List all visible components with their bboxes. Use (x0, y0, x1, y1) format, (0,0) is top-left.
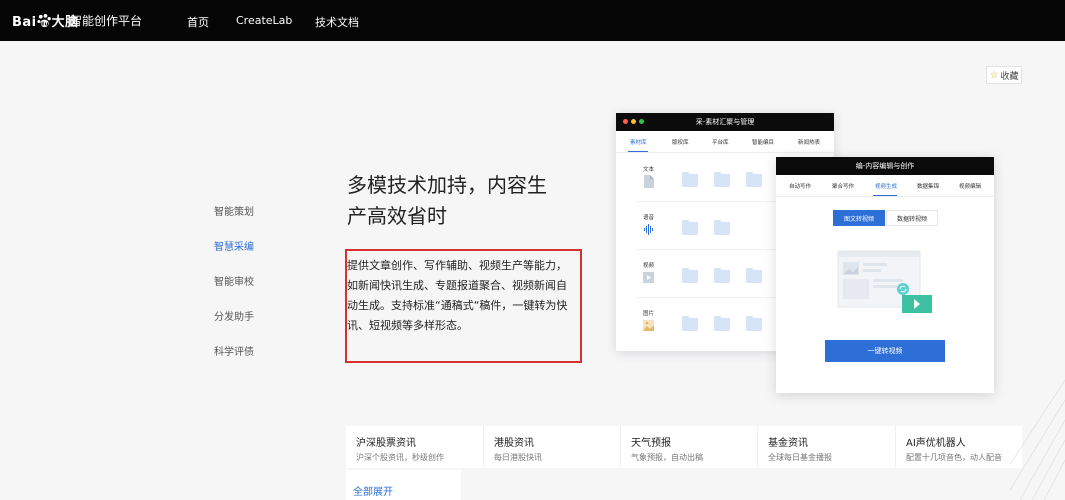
card-desc: 配置十几项音色，动人配音 (906, 453, 1002, 462)
sidebar-item-editing[interactable]: 智慧采编 (214, 238, 254, 253)
card-title: 基金资讯 (768, 438, 808, 449)
tab-platform: 平台库 (712, 140, 729, 146)
sidebar-item-planning[interactable]: 智能策划 (214, 203, 254, 218)
mockup2-tabs: 自动写作 聚合写作 视频生成 数据集锦 视频编辑 (776, 175, 994, 197)
card-a-share-news[interactable]: 沪深股票资讯 沪深个股资讯，秒级创作 (346, 426, 471, 468)
card-desc: 沪深个股资讯，秒级创作 (356, 453, 444, 462)
top-navbar: Bai du 大脑 智能创作平台 首页 CreateLab 技术文档 (0, 0, 1065, 41)
decorative-lines (1010, 380, 1065, 500)
sidebar-item-distribution[interactable]: 分发助手 (214, 308, 254, 323)
folder-icon (714, 172, 730, 187)
folder-icon (746, 268, 762, 283)
sidebar-item-review[interactable]: 智能审校 (214, 273, 254, 288)
tab-underline (628, 151, 648, 152)
card-desc: 全球每日基金播报 (768, 453, 832, 462)
row-image-label: 图片 (643, 311, 655, 317)
tab-material: 素材库 (630, 140, 647, 146)
toggle-image-to-video: 图文转视频 (833, 210, 885, 226)
mockup-editing-window: 编-内容编辑与创作 自动写作 聚合写作 视频生成 数据集锦 视频编辑 图文转视频… (776, 157, 994, 393)
baidu-logo[interactable]: Bai du 大脑 (12, 11, 79, 30)
tab-video-edit: 视频编辑 (959, 184, 982, 190)
row-video-label: 视频 (643, 263, 655, 269)
card-title: 天气预报 (631, 438, 671, 449)
card-title: 沪深股票资讯 (356, 438, 416, 449)
row-text-label: 文本 (643, 167, 655, 173)
star-icon: ☆ (989, 69, 999, 81)
card-ai-voice[interactable]: AI声优机器人 配置十几项音色，动人配音 (895, 426, 1022, 468)
tab-news: 新闻热表 (798, 140, 821, 146)
folder-icon (746, 316, 762, 331)
image-to-video-illustration-icon (837, 250, 932, 313)
folder-icon (746, 172, 762, 187)
tab-copyright: 版权库 (672, 140, 689, 146)
sidebar-item-evaluation[interactable]: 科学评债 (214, 343, 254, 358)
favorite-label: 收藏 (1000, 71, 1019, 82)
tab-aggregate-write: 聚合写作 (832, 184, 855, 190)
folder-icon (714, 316, 730, 331)
card-weather[interactable]: 天气预报 气象预报，自动出稿 (620, 426, 745, 468)
card-fund-news[interactable]: 基金资讯 全球每日基金播报 (757, 426, 882, 468)
image-file-icon (643, 320, 654, 331)
nav-home[interactable]: 首页 (187, 14, 209, 30)
document-icon (644, 175, 654, 188)
audio-wave-icon (644, 224, 653, 235)
tab-catalog: 智能编目 (752, 140, 775, 146)
folder-icon (682, 220, 698, 235)
window-titlebar: 编-内容编辑与创作 (776, 157, 994, 175)
nav-docs[interactable]: 技术文档 (315, 14, 359, 30)
toggle-data-to-video: 数据转视频 (886, 210, 938, 226)
tab-underline (873, 195, 897, 196)
expand-all-link[interactable]: 全部展开 (353, 483, 393, 498)
tab-video-gen: 视频生成 (875, 184, 898, 190)
window-title: 编-内容编辑与创作 (855, 162, 915, 170)
tab-auto-write: 自动写作 (789, 184, 812, 190)
paw-logo-icon: du (37, 14, 51, 28)
page-headline: 多模技术加持，内容生 产高效省时 (347, 173, 547, 228)
mockup1-tabs: 素材库 版权库 平台库 智能编目 新闻热表 (616, 131, 834, 153)
folder-icon (714, 220, 730, 235)
folder-icon (682, 316, 698, 331)
card-hk-stock-news[interactable]: 港股资讯 每日港股快讯 (483, 426, 608, 468)
svg-text:du: du (40, 22, 49, 28)
folder-icon (714, 268, 730, 283)
nav-createlab[interactable]: CreateLab (236, 14, 292, 27)
convert-to-video-button: 一键转视频 (825, 340, 945, 362)
card-desc: 每日港股快讯 (494, 453, 542, 462)
folder-icon (682, 172, 698, 187)
window-titlebar: 采-素材汇聚与管理 (616, 113, 834, 131)
card-desc: 气象预报，自动出稿 (631, 453, 703, 462)
card-title: 港股资讯 (494, 438, 534, 449)
product-name: 智能创作平台 (70, 14, 143, 28)
window-title: 采-素材汇聚与管理 (695, 118, 755, 126)
video-file-icon (643, 272, 654, 283)
highlight-box (345, 249, 582, 363)
card-title: AI声优机器人 (906, 438, 966, 449)
row-audio-label: 语音 (643, 215, 655, 221)
favorite-button[interactable]: ☆ 收藏 (986, 66, 1022, 84)
tab-data-highlights: 数据集锦 (917, 184, 940, 190)
folder-icon (682, 268, 698, 283)
